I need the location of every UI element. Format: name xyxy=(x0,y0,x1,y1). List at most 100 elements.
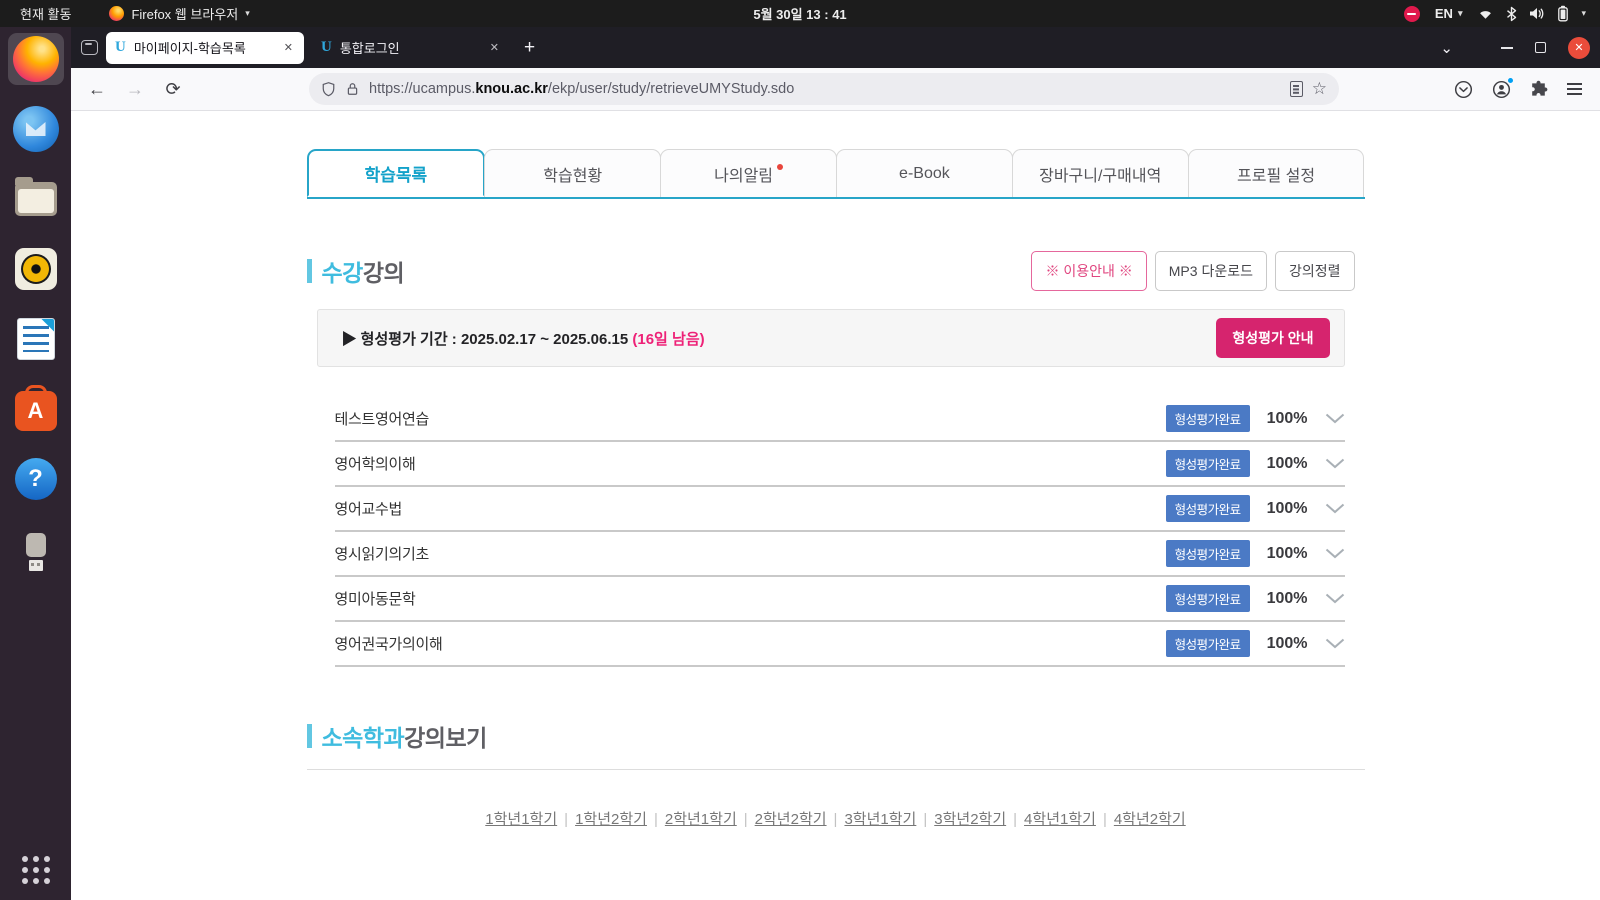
account-button[interactable] xyxy=(1492,76,1514,99)
url-domain: knou.ac.kr xyxy=(475,81,548,97)
app-menu-label: Firefox 웹 브라우저 xyxy=(131,7,239,22)
semester-link[interactable]: 2학년1학기 xyxy=(665,811,737,828)
course-row: 영어권국가의이해 형성평가완료 100% xyxy=(334,622,1345,667)
course-name-link[interactable]: 영어교수법 xyxy=(335,498,403,519)
expand-course-button[interactable] xyxy=(1325,638,1345,649)
semester-link[interactable]: 2학년2학기 xyxy=(755,811,827,828)
dock-item-help[interactable]: ? xyxy=(8,453,64,505)
course-row: 영어학의이해 형성평가완료 100% xyxy=(334,442,1345,487)
course-row: 테스트영어연습 형성평가완료 100% xyxy=(334,397,1345,442)
course-name-link[interactable]: 영어권국가의이해 xyxy=(335,633,443,654)
dock-item-firefox[interactable] xyxy=(7,33,64,85)
files-icon xyxy=(14,177,57,216)
progress-value: 100% xyxy=(1266,409,1308,427)
list-all-tabs-button[interactable]: ⌄ xyxy=(1440,39,1453,57)
tab-cart-purchases[interactable]: 장바구니/구매내역 xyxy=(1011,149,1189,197)
tab-label: 나의알림 xyxy=(714,167,774,185)
tab-learning-list[interactable]: 학습목록 xyxy=(306,149,486,197)
days-remaining: (16일 남음) xyxy=(632,330,705,348)
page-content: 학습목록 학습현황 나의알림 e-Book 장바구니/구매내역 프로필 설정 수… xyxy=(71,111,1600,882)
app-menu-button[interactable]: Firefox 웹 브라우저 ▾ xyxy=(109,4,250,23)
system-tray-button[interactable]: ▾ xyxy=(1477,5,1586,22)
course-name-link[interactable]: 영미아동문학 xyxy=(335,588,416,609)
semester-link[interactable]: 1학년2학기 xyxy=(575,811,647,828)
divider xyxy=(306,769,1365,770)
dock-item-ubuntu-software[interactable]: A xyxy=(8,383,64,435)
activities-button[interactable]: 현재 활동 xyxy=(16,2,75,25)
pocket-icon[interactable] xyxy=(1454,80,1473,99)
lock-icon[interactable] xyxy=(345,81,360,97)
url-text: https://ucampus.knou.ac.kr/ekp/user/stud… xyxy=(369,81,1281,97)
keyboard-layout-button[interactable]: EN ▾ xyxy=(1435,6,1463,21)
minimize-button[interactable] xyxy=(1501,46,1513,49)
reader-mode-icon[interactable] xyxy=(1289,81,1303,97)
dock-item-rhythmbox[interactable] xyxy=(8,243,64,295)
progress-value: 100% xyxy=(1266,454,1308,472)
url-bar[interactable]: https://ucampus.knou.ac.kr/ekp/user/stud… xyxy=(309,73,1339,105)
expand-course-button[interactable] xyxy=(1325,413,1345,424)
sort-lectures-button[interactable]: 강의정렬 xyxy=(1274,251,1355,291)
browser-tab[interactable]: U 통합로그인 ✕ xyxy=(312,32,510,64)
libreoffice-writer-icon xyxy=(16,318,55,360)
course-toolbar: ※ 이용안내 ※ MP3 다운로드 강의정렬 xyxy=(1031,251,1355,291)
chevron-down-icon: ▾ xyxy=(1457,8,1463,18)
tab-profile-settings[interactable]: 프로필 설정 xyxy=(1187,149,1365,197)
chevron-down-icon: ▾ xyxy=(245,8,250,18)
tab-ebook[interactable]: e-Book xyxy=(835,149,1013,197)
keyboard-layout-label: EN xyxy=(1434,6,1453,21)
reload-button[interactable]: ⟳ xyxy=(159,79,187,100)
course-name-link[interactable]: 테스트영어연습 xyxy=(335,408,430,429)
chevron-down-icon xyxy=(1325,593,1344,604)
progress-value: 100% xyxy=(1266,544,1308,562)
maximize-button[interactable] xyxy=(1535,42,1546,53)
dock: A ? xyxy=(0,27,71,900)
new-tab-button[interactable]: + xyxy=(518,37,541,59)
bookmark-star-icon[interactable]: ☆ xyxy=(1312,79,1327,99)
semester-link[interactable]: 4학년2학기 xyxy=(1114,811,1186,828)
evaluation-guide-button[interactable]: 형성평가 안내 xyxy=(1216,318,1330,358)
close-window-button[interactable]: ✕ xyxy=(1568,36,1590,59)
do-not-disturb-icon[interactable] xyxy=(1403,5,1420,22)
dock-item-libreoffice-writer[interactable] xyxy=(8,313,64,365)
course-row: 영시읽기의기초 형성평가완료 100% xyxy=(334,532,1345,577)
dock-item-usb-drive[interactable] xyxy=(8,523,64,575)
firefox-view-button[interactable] xyxy=(81,40,98,55)
clock[interactable]: 5월 30일 13 : 41 xyxy=(753,0,846,27)
semester-link-list: 1학년1학기 | 1학년2학기 | 2학년1학기 | 2학년2학기 | 3학년1학기 | 3학년2학… xyxy=(485,811,1186,828)
account-notification-dot xyxy=(1507,76,1514,84)
menu-icon[interactable] xyxy=(1567,83,1582,95)
extensions-icon[interactable] xyxy=(1530,80,1548,98)
firefox-icon xyxy=(12,36,59,82)
semester-link[interactable]: 3학년1학기 xyxy=(844,811,916,828)
accent-bar xyxy=(306,724,312,748)
tab-learning-status[interactable]: 학습현황 xyxy=(484,149,662,197)
semester-link[interactable]: 4학년1학기 xyxy=(1024,811,1096,828)
shield-icon[interactable] xyxy=(321,81,336,97)
usage-guide-button[interactable]: ※ 이용안내 ※ xyxy=(1031,251,1147,291)
show-applications-button[interactable] xyxy=(21,856,50,884)
expand-course-button[interactable] xyxy=(1325,503,1345,514)
evaluation-period-notice: ▶ 형성평가 기간 : 2025.02.17 ~ 2025.06.15 (16일… xyxy=(316,309,1345,367)
mp3-download-button[interactable]: MP3 다운로드 xyxy=(1154,251,1267,291)
back-button[interactable]: ← xyxy=(83,79,111,100)
tab-my-alerts[interactable]: 나의알림 xyxy=(660,149,837,197)
dock-item-thunderbird[interactable] xyxy=(8,103,64,155)
semester-link[interactable]: 1학년1학기 xyxy=(485,811,557,828)
browser-tab-active[interactable]: U 마이페이지-학습목록 ✕ xyxy=(106,31,304,64)
status-badge: 형성평가완료 xyxy=(1165,540,1250,567)
volume-icon xyxy=(1530,8,1544,19)
expand-course-button[interactable] xyxy=(1325,548,1345,559)
site-favicon: U xyxy=(321,39,332,55)
expand-course-button[interactable] xyxy=(1325,458,1345,469)
status-badge: 형성평가완료 xyxy=(1165,495,1250,522)
expand-course-button[interactable] xyxy=(1325,593,1345,604)
course-name-link[interactable]: 영어학의이해 xyxy=(335,453,416,474)
semester-link[interactable]: 3학년2학기 xyxy=(934,811,1006,828)
course-name-link[interactable]: 영시읽기의기초 xyxy=(335,543,430,564)
chevron-down-icon xyxy=(1325,413,1344,424)
tab-label: 장바구니/구매내역 xyxy=(1039,167,1162,185)
dock-item-files[interactable] xyxy=(8,173,64,225)
forward-button[interactable]: → xyxy=(121,79,149,100)
close-tab-icon[interactable]: ✕ xyxy=(488,39,501,56)
close-tab-icon[interactable]: ✕ xyxy=(282,39,295,56)
